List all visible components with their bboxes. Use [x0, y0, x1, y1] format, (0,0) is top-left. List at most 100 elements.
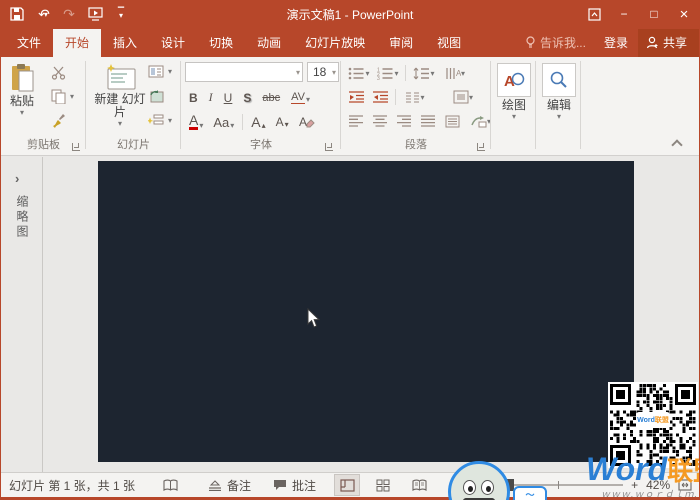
- paste-button[interactable]: 粘贴 ▾: [9, 63, 35, 117]
- mouse-cursor: [307, 308, 321, 329]
- slide-canvas[interactable]: [98, 161, 634, 462]
- underline-button[interactable]: U: [222, 90, 235, 106]
- tab-animations[interactable]: 动画: [245, 29, 293, 57]
- new-slide-button[interactable]: 新建 幻灯片 ▾: [94, 63, 146, 128]
- collapse-ribbon-button[interactable]: [671, 139, 682, 150]
- comments-button[interactable]: 批注: [273, 477, 316, 494]
- start-slideshow-icon[interactable]: [87, 6, 103, 22]
- drawing-group: A 绘图 ▾: [491, 57, 536, 155]
- normal-view-button[interactable]: [334, 474, 360, 496]
- drawing-icon: A: [503, 70, 525, 90]
- bullets-button[interactable]: ▾: [347, 65, 371, 81]
- window-controls: − □ ×: [579, 0, 699, 28]
- align-text-button[interactable]: ▾: [448, 89, 478, 105]
- increase-font-size-button[interactable]: A▴: [249, 113, 267, 131]
- font-size-combobox[interactable]: 18▾: [307, 62, 339, 82]
- layout-button[interactable]: ▾: [148, 65, 172, 78]
- drawing-button[interactable]: A 绘图 ▾: [497, 63, 531, 121]
- decrease-font-size-button[interactable]: A▾: [274, 114, 291, 130]
- tab-review[interactable]: 审阅: [377, 29, 425, 57]
- expand-thumbnails-icon[interactable]: ›: [15, 171, 19, 186]
- magnifier-icon: [549, 70, 569, 90]
- proofing-status-icon[interactable]: [163, 479, 178, 492]
- line-spacing-button[interactable]: ▾: [411, 65, 437, 81]
- decrease-indent-button[interactable]: [347, 89, 365, 105]
- slide-layout-icon: [148, 65, 164, 78]
- editing-button[interactable]: 编辑 ▾: [542, 63, 576, 121]
- italic-button[interactable]: I: [207, 89, 215, 106]
- eraser-icon: A: [299, 115, 315, 129]
- ribbon-display-options-button[interactable]: [579, 0, 609, 28]
- clipboard-icon: [9, 63, 35, 93]
- copy-button[interactable]: ▾: [51, 89, 74, 104]
- maximize-button[interactable]: □: [639, 0, 669, 28]
- cut-button[interactable]: [51, 65, 67, 80]
- customize-qat-button[interactable]: ▔▾: [113, 6, 129, 22]
- format-painter-button[interactable]: [51, 113, 66, 128]
- reset-button[interactable]: [148, 89, 164, 103]
- close-button[interactable]: ×: [669, 0, 699, 28]
- numbering-button[interactable]: 123 ▾: [376, 65, 400, 81]
- clipboard-dialog-launcher[interactable]: [72, 143, 80, 151]
- font-color-button[interactable]: A▾: [187, 113, 205, 131]
- paragraph-group-label: 段落: [341, 136, 491, 152]
- distribute-text-button[interactable]: [443, 113, 461, 129]
- font-dialog-launcher[interactable]: [325, 143, 333, 151]
- clear-formatting-button[interactable]: A: [297, 114, 317, 130]
- notes-button[interactable]: 备注: [208, 477, 251, 494]
- font-group: ▾ 18▾ B I U S abc AV▾ A▾ Aa▾ A▴ A▾ A: [181, 57, 341, 155]
- tab-transitions[interactable]: 切换: [197, 29, 245, 57]
- powerpoint-window: ↶▾ ↷ ▔▾ 演示文稿1 - PowerPoint − □ × 文件 开始 插…: [0, 0, 700, 500]
- align-center-button[interactable]: [371, 113, 389, 129]
- slides-group-label: 幻灯片: [86, 136, 181, 152]
- slide-counter[interactable]: 幻灯片 第 1 张，共 1 张: [9, 477, 135, 494]
- font-group-label: 字体: [181, 136, 341, 152]
- paintbrush-icon: [51, 113, 66, 128]
- text-direction-button[interactable]: A ▾: [442, 65, 468, 81]
- columns-button[interactable]: ▾: [402, 89, 428, 105]
- tab-insert[interactable]: 插入: [101, 29, 149, 57]
- watermark-url: ｗｗｗ.ｗｏｒｄｌｍ.ｃｏｍ: [601, 487, 699, 500]
- increase-indent-button[interactable]: [371, 89, 389, 105]
- assistant-bubble[interactable]: 〜: [513, 486, 547, 500]
- comment-icon: [273, 479, 287, 491]
- thumbnails-pane-label: 缩略图: [14, 195, 31, 240]
- thumbnails-pane-collapsed[interactable]: › 缩略图: [1, 157, 43, 472]
- section-icon: [148, 113, 164, 127]
- sign-in-button[interactable]: 登录: [594, 29, 638, 57]
- paragraph-dialog-launcher[interactable]: [477, 143, 485, 151]
- reading-view-button[interactable]: [406, 474, 432, 496]
- notes-icon: [208, 480, 222, 491]
- svg-text:A: A: [299, 115, 307, 129]
- svg-text:3: 3: [377, 76, 380, 80]
- bold-button[interactable]: B: [187, 90, 200, 106]
- justify-button[interactable]: [419, 113, 437, 129]
- tab-design[interactable]: 设计: [149, 29, 197, 57]
- text-shadow-button[interactable]: S: [241, 90, 253, 106]
- undo-button[interactable]: ↶▾: [35, 6, 51, 22]
- tab-file[interactable]: 文件: [5, 29, 53, 57]
- font-name-combobox[interactable]: ▾: [185, 62, 303, 82]
- align-left-button[interactable]: [347, 113, 365, 129]
- slide-sorter-view-button[interactable]: [370, 474, 396, 496]
- tell-me-box[interactable]: 告诉我...: [521, 29, 594, 57]
- ribbon-tab-row: 文件 开始 插入 设计 切换 动画 幻灯片放映 审阅 视图 告诉我... 登录 …: [1, 28, 699, 57]
- clipboard-group: 粘贴 ▾ ▾ 剪贴板: [1, 57, 86, 155]
- redo-button-disabled[interactable]: ↷: [61, 6, 77, 22]
- strikethrough-button[interactable]: abc: [260, 91, 282, 105]
- minimize-button[interactable]: −: [609, 0, 639, 28]
- copy-icon: [51, 89, 66, 104]
- tab-slideshow[interactable]: 幻灯片放映: [293, 29, 377, 57]
- save-icon[interactable]: [9, 6, 25, 22]
- change-case-button[interactable]: Aa▾: [211, 114, 236, 131]
- align-right-button[interactable]: [395, 113, 413, 129]
- section-button[interactable]: ▾: [148, 113, 172, 127]
- tab-view[interactable]: 视图: [425, 29, 473, 57]
- tab-home[interactable]: 开始: [53, 29, 101, 57]
- new-slide-icon: [103, 63, 137, 91]
- share-button[interactable]: 共享: [638, 29, 699, 57]
- lightbulb-icon: [525, 36, 536, 49]
- work-area: › 缩略图: [1, 157, 699, 472]
- reset-slide-icon: [148, 89, 164, 103]
- character-spacing-button[interactable]: AV▾: [289, 90, 312, 105]
